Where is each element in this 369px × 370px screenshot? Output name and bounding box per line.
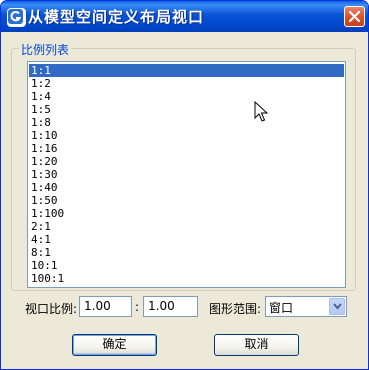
shape-range-select[interactable]: 窗口 [265, 296, 347, 317]
list-item[interactable]: 1:20 [29, 155, 344, 168]
close-icon [349, 11, 360, 22]
list-item[interactable]: 1:4 [29, 90, 344, 103]
list-item[interactable]: 1:2 [29, 77, 344, 90]
scale-list[interactable]: 1:1 1:2 1:4 1:5 1:8 1:10 1:16 1:20 1:30 … [27, 61, 346, 288]
shape-range-value: 窗口 [269, 301, 294, 315]
list-item[interactable]: 1:1 [29, 64, 344, 77]
list-item[interactable]: 1:10 [29, 129, 344, 142]
scale-group-label: 比例列表 [19, 41, 72, 58]
list-item[interactable]: 1:30 [29, 168, 344, 181]
list-item[interactable]: 1:8 [29, 116, 344, 129]
title-bar[interactable]: 从模型空间定义布局视口 [1, 1, 368, 32]
list-item[interactable]: 1:50 [29, 194, 344, 207]
dropdown-button[interactable] [329, 298, 345, 315]
list-item[interactable]: 1:16 [29, 142, 344, 155]
list-item[interactable]: 2:1 [29, 220, 344, 233]
list-item[interactable]: 10:1 [29, 259, 344, 272]
viewport-scale-input-2[interactable]: 1.00 [143, 296, 198, 317]
list-item[interactable]: 100:1 [29, 272, 344, 285]
ok-button[interactable]: 确定 [72, 334, 157, 356]
app-g-icon [7, 8, 26, 27]
viewport-scale-input-1[interactable]: 1.00 [79, 296, 132, 317]
list-item[interactable]: 1:5 [29, 103, 344, 116]
dialog-window: 从模型空间定义布局视口 比例列表 1:1 1:2 1:4 1:5 1:8 1:1… [0, 0, 369, 370]
list-item[interactable]: 8:1 [29, 246, 344, 259]
window-title: 从模型空间定义布局视口 [28, 8, 205, 26]
cancel-button[interactable]: 取消 [214, 334, 299, 356]
mouse-pointer-icon [254, 101, 268, 122]
list-item[interactable]: 1:100 [29, 207, 344, 220]
shape-range-label: 图形范围: [209, 302, 262, 316]
ratio-separator: : [135, 300, 140, 314]
close-button[interactable] [344, 6, 365, 27]
list-item[interactable]: 4:1 [29, 233, 344, 246]
list-item[interactable]: 1:40 [29, 181, 344, 194]
chevron-down-icon [333, 303, 342, 310]
viewport-scale-label: 视口比例: [25, 302, 78, 316]
